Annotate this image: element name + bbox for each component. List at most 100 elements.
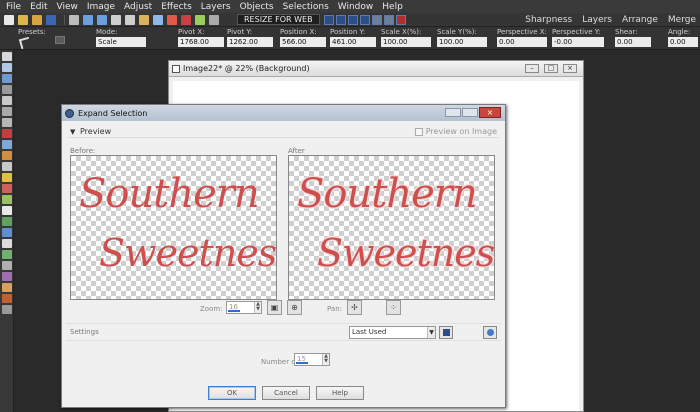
menu-view[interactable]: View bbox=[57, 2, 78, 12]
pivot-x-field[interactable]: 1768.00 bbox=[178, 37, 224, 47]
preview-label[interactable]: Preview bbox=[80, 127, 111, 136]
redo-icon[interactable] bbox=[97, 14, 107, 25]
menu-file[interactable]: File bbox=[6, 2, 21, 12]
pan-tool-icon[interactable] bbox=[2, 52, 12, 61]
lighten-brush-icon[interactable] bbox=[2, 173, 12, 182]
straighten-tool-icon[interactable] bbox=[2, 118, 12, 127]
browse-icon[interactable] bbox=[32, 14, 42, 25]
paste-icon[interactable] bbox=[139, 14, 149, 25]
after-preview[interactable]: Southern Sweetness bbox=[288, 155, 495, 300]
pan-move-button[interactable]: ✢ bbox=[347, 300, 362, 315]
layers-menu[interactable]: Layers bbox=[582, 15, 612, 25]
chevron-down-icon[interactable]: ▼ bbox=[427, 327, 435, 338]
before-preview[interactable]: Southern Sweetness bbox=[70, 155, 277, 300]
menu-adjust[interactable]: Adjust bbox=[124, 2, 152, 12]
red-eye-tool-icon[interactable] bbox=[2, 129, 12, 138]
perspective-x-field[interactable]: 0.00 bbox=[497, 37, 547, 47]
text-tool-icon[interactable] bbox=[2, 239, 12, 248]
dialog-close-icon[interactable]: × bbox=[479, 107, 501, 118]
help-button[interactable]: Help bbox=[316, 386, 364, 400]
menu-help[interactable]: Help bbox=[382, 2, 403, 12]
record-macro-icon[interactable] bbox=[395, 14, 406, 25]
settings-preset-select[interactable]: Last Used ▼ bbox=[349, 326, 436, 339]
dialog-minimize-icon[interactable] bbox=[445, 108, 461, 117]
save-icon[interactable] bbox=[46, 14, 56, 25]
mode-select[interactable]: Scale bbox=[96, 37, 146, 47]
pick-tool-icon[interactable] bbox=[18, 36, 32, 50]
rotate-icon[interactable] bbox=[167, 14, 177, 25]
position-y-field[interactable]: 461.00 bbox=[330, 37, 376, 47]
pan-center-button[interactable]: ⁘ bbox=[386, 300, 401, 315]
flood-fill-icon[interactable] bbox=[2, 228, 12, 237]
eraser-tool-icon[interactable] bbox=[2, 206, 12, 215]
zoom-tool-icon[interactable] bbox=[2, 63, 12, 72]
warp-brush-icon[interactable] bbox=[2, 272, 12, 281]
dodge-tool-icon[interactable] bbox=[2, 162, 12, 171]
copy-icon[interactable] bbox=[125, 14, 135, 25]
menu-effects[interactable]: Effects bbox=[161, 2, 192, 12]
menu-objects[interactable]: Objects bbox=[240, 2, 274, 12]
pen-tool-icon[interactable] bbox=[2, 261, 12, 270]
maximize-icon[interactable]: □ bbox=[544, 64, 558, 73]
eyedropper-icon[interactable] bbox=[2, 96, 12, 105]
arrange-menu[interactable]: Arrange bbox=[622, 15, 658, 25]
script-edit-icon[interactable] bbox=[359, 14, 370, 25]
ok-button[interactable]: OK bbox=[208, 386, 256, 400]
clone-brush-icon[interactable] bbox=[2, 140, 12, 149]
shear-field[interactable]: 0.00 bbox=[615, 37, 651, 47]
zoom-in-button[interactable]: ⊕ bbox=[287, 300, 302, 315]
menu-window[interactable]: Window bbox=[338, 2, 374, 12]
pixels-spinner[interactable]: 15 ▲ ▼ bbox=[294, 353, 330, 366]
color-replacer-icon[interactable] bbox=[2, 294, 12, 303]
play-icon[interactable] bbox=[323, 14, 334, 25]
record-icon[interactable] bbox=[335, 14, 346, 25]
resize-for-web-button[interactable]: RESIZE FOR WEB bbox=[237, 14, 320, 25]
zoom-slider-bar[interactable] bbox=[228, 310, 240, 312]
new-file-icon[interactable] bbox=[4, 14, 14, 25]
image-info-icon[interactable] bbox=[195, 14, 205, 25]
pick-tool-icon[interactable] bbox=[2, 74, 12, 83]
zoom-spinner[interactable]: 16 ▲ ▼ bbox=[226, 301, 262, 314]
stop-icon[interactable] bbox=[371, 14, 382, 25]
position-x-field[interactable]: 566.00 bbox=[280, 37, 326, 47]
airbrush-icon[interactable] bbox=[2, 195, 12, 204]
scale-x-field[interactable]: 100.00 bbox=[381, 37, 431, 47]
script-icon[interactable] bbox=[347, 14, 358, 25]
sharpness-menu[interactable]: Sharpness bbox=[525, 15, 572, 25]
menu-image[interactable]: Image bbox=[87, 2, 115, 12]
crop-tool-icon[interactable] bbox=[2, 107, 12, 116]
preset-shape-icon[interactable] bbox=[2, 250, 12, 259]
image-window-titlebar[interactable]: Image22* @ 22% (Background) – □ × bbox=[169, 61, 583, 77]
flag-icon[interactable] bbox=[181, 14, 191, 25]
cancel-button[interactable]: Cancel bbox=[262, 386, 310, 400]
print-icon[interactable] bbox=[69, 14, 79, 25]
paint-brush-icon[interactable] bbox=[2, 184, 12, 193]
merge-menu[interactable]: Merge bbox=[668, 15, 696, 25]
pivot-y-field[interactable]: 1262.00 bbox=[227, 37, 273, 47]
close-icon[interactable]: × bbox=[563, 64, 577, 73]
cut-icon[interactable] bbox=[111, 14, 121, 25]
dialog-titlebar[interactable]: Expand Selection × bbox=[62, 105, 505, 121]
pause-icon[interactable] bbox=[383, 14, 394, 25]
dialog-maximize-icon[interactable] bbox=[462, 108, 478, 117]
perspective-y-field[interactable]: -0.00 bbox=[552, 37, 604, 47]
layers-toggle-icon[interactable] bbox=[209, 14, 219, 25]
mesh-warp-icon[interactable] bbox=[2, 283, 12, 292]
menu-edit[interactable]: Edit bbox=[30, 2, 47, 12]
picture-tube-icon[interactable] bbox=[2, 217, 12, 226]
minimize-icon[interactable]: – bbox=[525, 64, 539, 73]
zoom-stepper-icon[interactable]: ▲ ▼ bbox=[254, 302, 261, 313]
menu-layers[interactable]: Layers bbox=[201, 2, 231, 12]
preset-reset-icon[interactable] bbox=[55, 36, 65, 44]
pixels-stepper-icon[interactable]: ▲ ▼ bbox=[322, 354, 329, 365]
angle-field[interactable]: 0.00 bbox=[668, 37, 698, 47]
scratch-remover-icon[interactable] bbox=[2, 151, 12, 160]
preview-on-image-checkbox[interactable]: Preview on Image bbox=[414, 127, 497, 136]
background-eraser-icon[interactable] bbox=[2, 305, 12, 314]
menu-selections[interactable]: Selections bbox=[283, 2, 329, 12]
pixels-slider-bar[interactable] bbox=[296, 362, 308, 364]
crop-icon[interactable] bbox=[153, 14, 163, 25]
zoom-fit-button[interactable]: ▣ bbox=[267, 300, 282, 315]
selection-tool-icon[interactable] bbox=[2, 85, 12, 94]
collapse-triangle-icon[interactable]: ▼ bbox=[70, 128, 75, 136]
